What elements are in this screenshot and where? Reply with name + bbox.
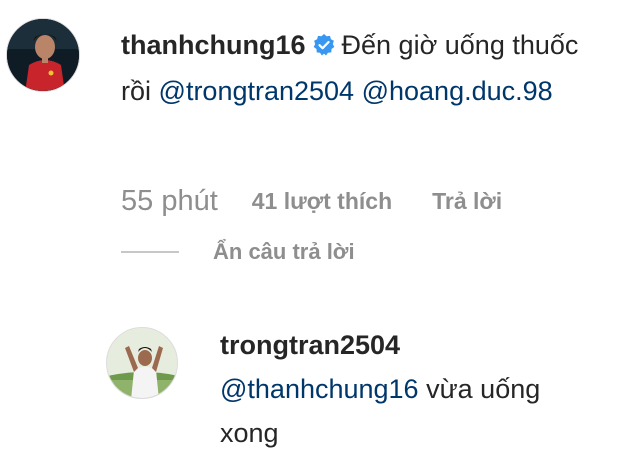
avatar-thanhchung16[interactable] [6, 18, 80, 92]
hide-replies-toggle[interactable]: Ẩn câu trả lời [121, 236, 355, 268]
mention-link[interactable]: @thanhchung16 [220, 374, 419, 404]
avatar-image [107, 328, 177, 398]
mention-link[interactable]: @trongtran2504 [159, 76, 355, 106]
avatar-trongtran2504[interactable] [106, 327, 178, 399]
reply-body: @thanhchung16 vừa uống xong [220, 367, 610, 455]
mention-link[interactable]: @hoang.duc.98 [362, 76, 553, 106]
hide-replies-label: Ẩn câu trả lời [213, 239, 355, 264]
verified-badge-icon [312, 25, 336, 56]
comment-username[interactable]: thanhchung16 [121, 30, 306, 60]
divider-line [121, 251, 179, 253]
comment-thread: thanhchung16 Đến giờ uống thuốc rồi @tron… [0, 0, 620, 462]
reply-button[interactable]: Trả lời [432, 188, 502, 215]
likes-count-link[interactable]: 41 lượt thích [252, 188, 392, 215]
reply-message: vừa uống [426, 374, 541, 404]
reply-username[interactable]: trongtran2504 [220, 330, 400, 361]
comment-body: thanhchung16 Đến giờ uống thuốc rồi @tron… [121, 22, 601, 114]
comment-timestamp: 55 phút [121, 184, 218, 217]
avatar-image [7, 19, 79, 91]
reply-message-continued: xong [220, 418, 279, 448]
comment-meta: 55 phút 41 lượt thích Trả lời [121, 183, 502, 219]
